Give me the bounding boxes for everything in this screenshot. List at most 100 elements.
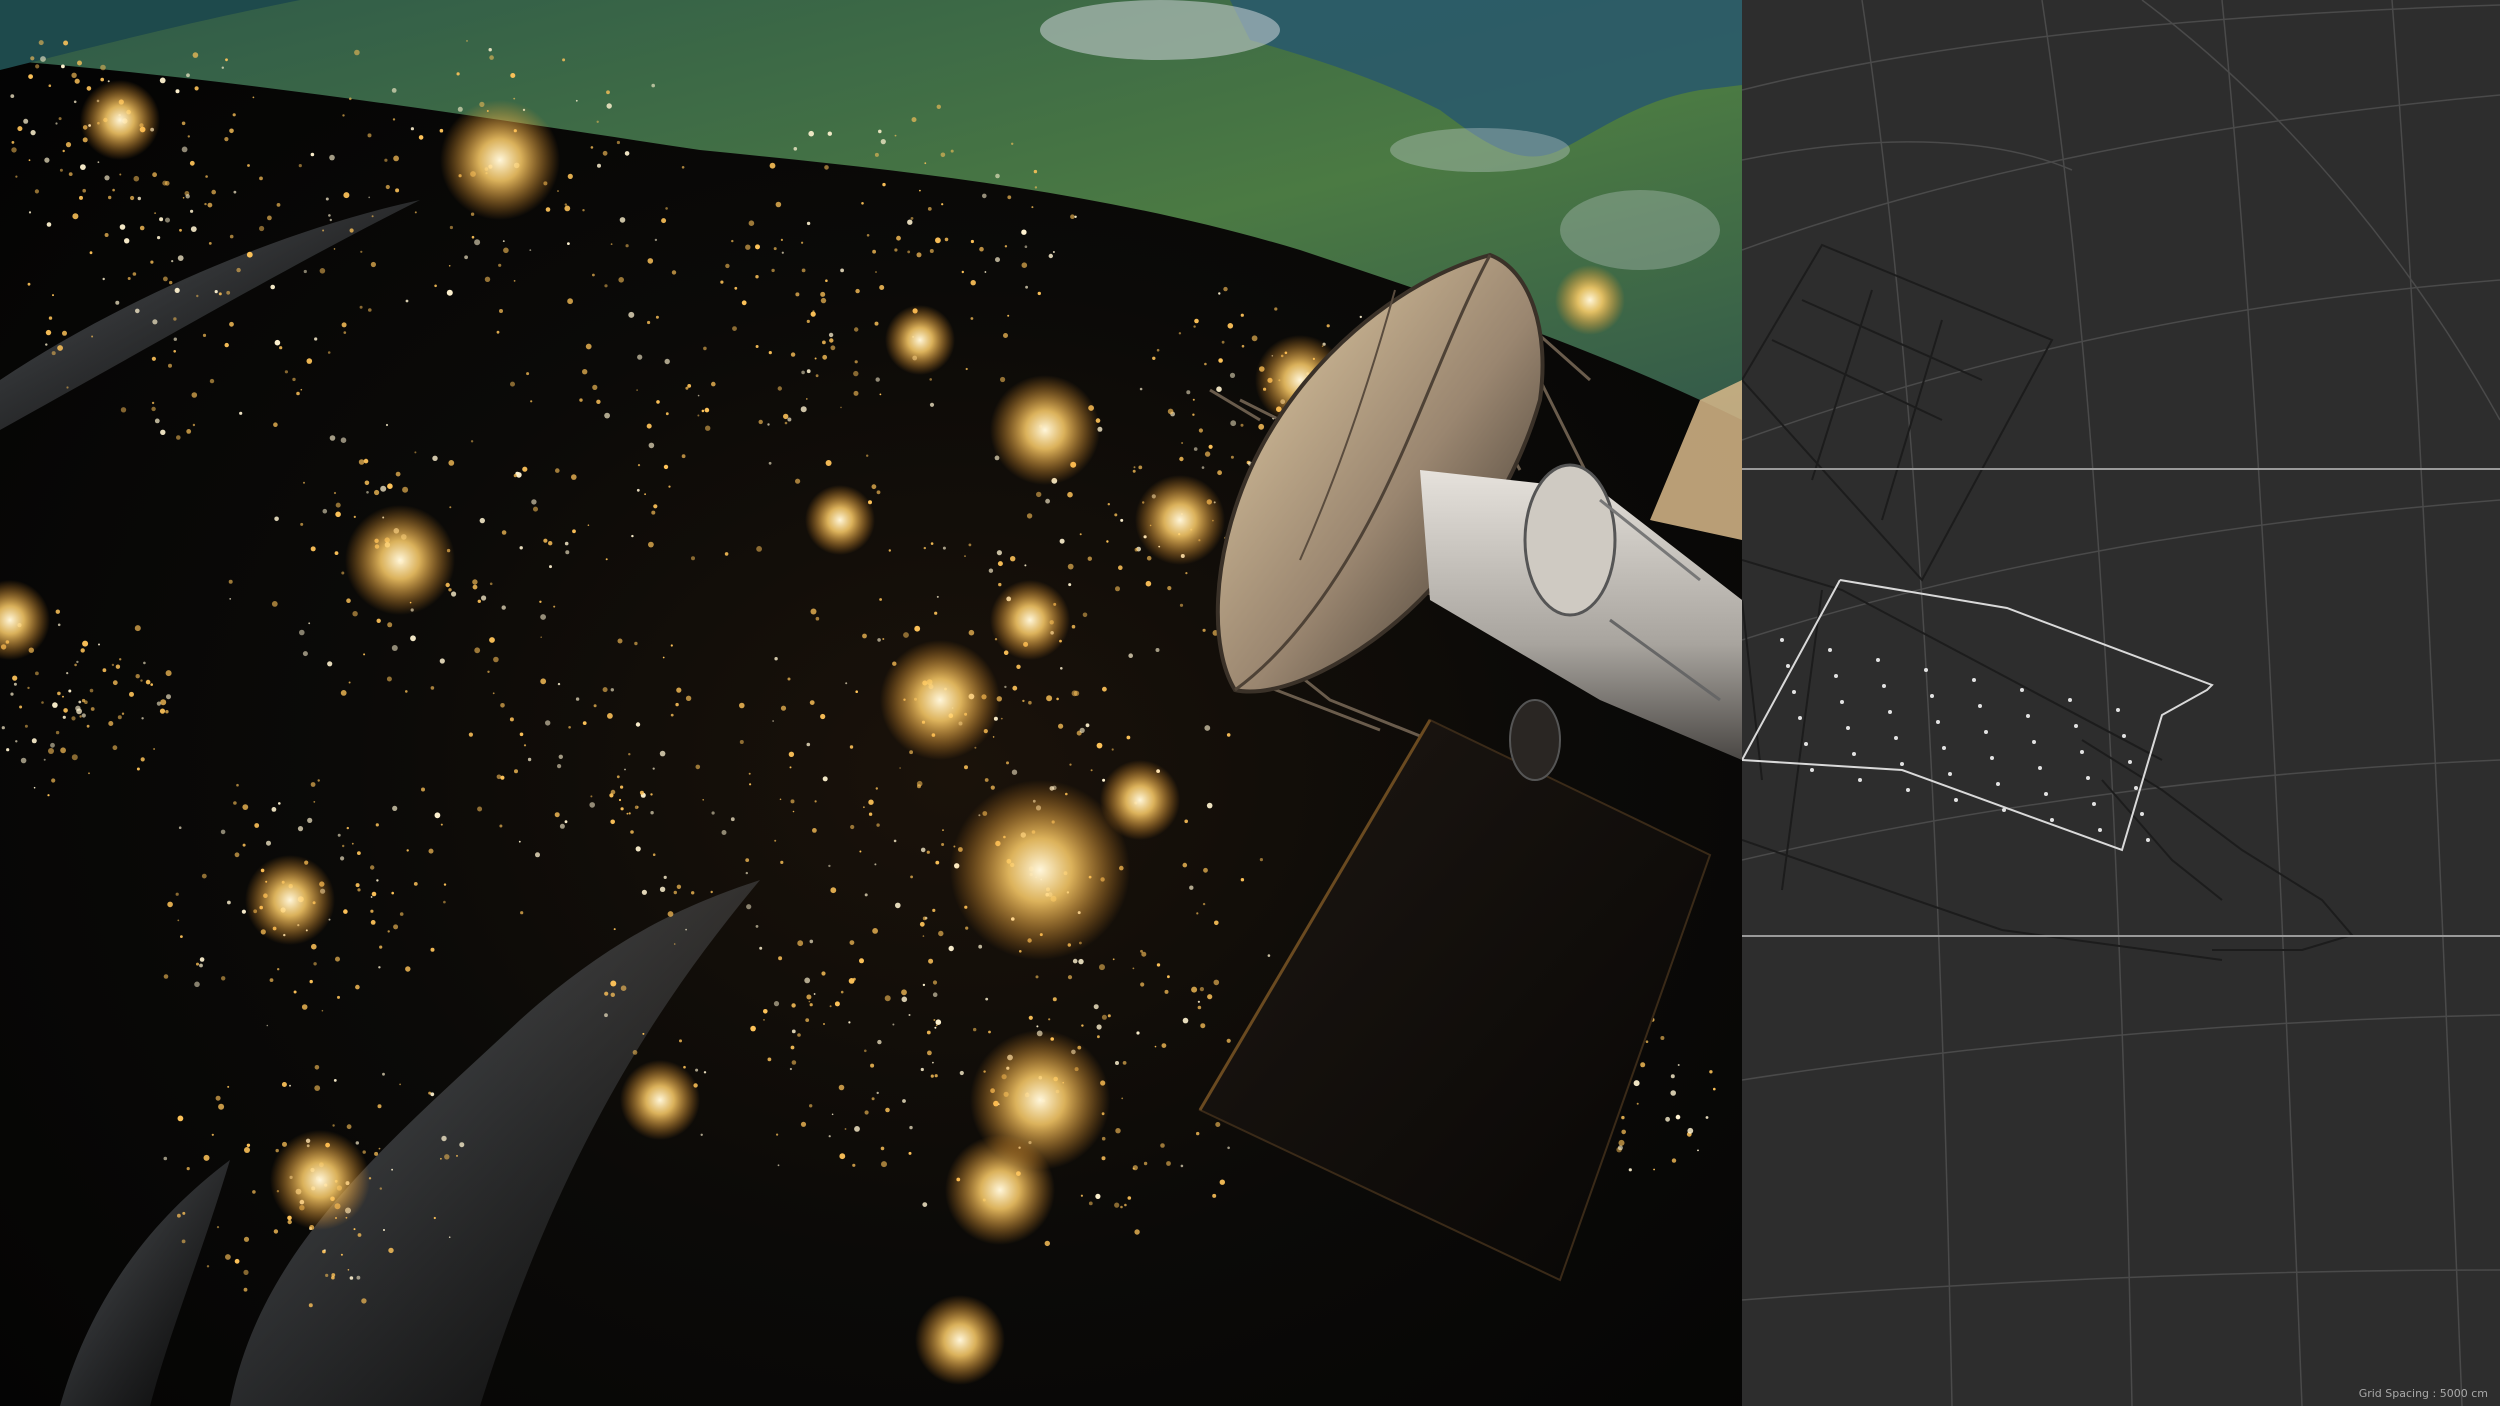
city-light bbox=[1186, 390, 1191, 395]
horizontal-guide-bottom[interactable] bbox=[1742, 935, 2500, 937]
city-light bbox=[239, 411, 243, 415]
city-light bbox=[1660, 1036, 1665, 1040]
city-light bbox=[413, 882, 418, 886]
city-light bbox=[1090, 769, 1093, 772]
city-light bbox=[117, 715, 122, 720]
city-light bbox=[625, 244, 629, 248]
city-light bbox=[1218, 292, 1221, 295]
city-light bbox=[387, 930, 390, 933]
city-light bbox=[965, 367, 968, 371]
city-light bbox=[647, 258, 654, 264]
city-light bbox=[1128, 653, 1133, 658]
city-light bbox=[1000, 376, 1006, 383]
city-light bbox=[920, 1067, 924, 1072]
city-light bbox=[115, 300, 120, 305]
rendered-viewport[interactable] bbox=[0, 0, 1742, 1406]
city-light bbox=[755, 345, 759, 348]
vertex-dot bbox=[2050, 818, 2054, 822]
city-light bbox=[451, 591, 457, 597]
city-light bbox=[934, 1026, 937, 1029]
city-light bbox=[878, 129, 882, 134]
city-light bbox=[922, 916, 927, 921]
city-light bbox=[877, 1039, 882, 1045]
city-light bbox=[254, 823, 260, 828]
city-light bbox=[750, 1025, 756, 1032]
city-light bbox=[771, 268, 775, 273]
horizontal-guide-top[interactable] bbox=[1742, 468, 2500, 470]
city-light bbox=[876, 1091, 879, 1095]
city-light bbox=[527, 757, 532, 762]
city-light bbox=[1085, 723, 1090, 728]
city-light bbox=[795, 292, 800, 297]
city-light bbox=[1072, 958, 1078, 964]
city-light bbox=[806, 742, 811, 747]
city-light bbox=[410, 635, 416, 642]
city-light bbox=[1058, 723, 1064, 729]
city-light bbox=[778, 956, 783, 961]
city-light bbox=[820, 713, 826, 720]
city-light bbox=[274, 339, 281, 346]
city-light bbox=[28, 159, 31, 162]
city-light bbox=[349, 1276, 354, 1280]
city-light bbox=[935, 237, 941, 244]
city-light bbox=[1134, 547, 1139, 552]
city-light bbox=[236, 267, 241, 273]
city-light bbox=[870, 1063, 875, 1068]
city-light bbox=[894, 134, 897, 137]
city-light bbox=[587, 524, 590, 526]
city-light bbox=[349, 97, 352, 101]
city-light bbox=[665, 207, 668, 210]
vertex-dot bbox=[1876, 658, 1880, 662]
city-light bbox=[1192, 413, 1195, 416]
city-light bbox=[499, 309, 503, 313]
city-light bbox=[853, 370, 859, 377]
city-light bbox=[66, 386, 69, 389]
city-light bbox=[34, 189, 40, 194]
city-light bbox=[787, 417, 792, 422]
city-light bbox=[1251, 335, 1258, 342]
city-light bbox=[564, 203, 567, 206]
city-light bbox=[922, 935, 925, 937]
city-light bbox=[266, 840, 271, 846]
city-light bbox=[859, 850, 862, 853]
city-light bbox=[190, 209, 194, 213]
city-light bbox=[241, 909, 246, 914]
vertex-dot bbox=[1954, 798, 1958, 802]
city-light bbox=[884, 995, 891, 1002]
city-light bbox=[970, 317, 974, 320]
city-light bbox=[984, 778, 989, 782]
city-light bbox=[227, 1085, 230, 1088]
city-light bbox=[1115, 586, 1120, 592]
city-light bbox=[353, 515, 356, 519]
city-light bbox=[140, 679, 143, 682]
city-light bbox=[659, 886, 666, 892]
city-light bbox=[89, 251, 93, 255]
city-light bbox=[449, 225, 453, 230]
city-light bbox=[1097, 1035, 1100, 1039]
city-light bbox=[62, 715, 66, 719]
city-light bbox=[780, 705, 787, 711]
city-light bbox=[582, 721, 587, 725]
city-light bbox=[800, 406, 807, 413]
city-light bbox=[115, 664, 121, 669]
city-light bbox=[812, 828, 817, 833]
city-light bbox=[772, 720, 774, 722]
city-light bbox=[363, 653, 366, 656]
city-light bbox=[704, 407, 710, 413]
city-light bbox=[173, 317, 177, 321]
city-light bbox=[76, 708, 82, 715]
city-light bbox=[474, 647, 481, 654]
city-light bbox=[995, 173, 1000, 179]
city-light bbox=[540, 678, 547, 685]
city-light bbox=[779, 798, 782, 801]
city-light bbox=[1011, 769, 1018, 775]
vertex-dot bbox=[1996, 782, 2000, 786]
city-light bbox=[893, 839, 897, 843]
city-light bbox=[663, 464, 669, 470]
city-light bbox=[370, 920, 376, 925]
city-light bbox=[1048, 253, 1054, 259]
city-light bbox=[181, 121, 186, 126]
wireframe-viewport[interactable]: Grid Spacing : 5000 cm bbox=[1742, 0, 2500, 1406]
city-light bbox=[434, 812, 441, 819]
city-light bbox=[1675, 1114, 1681, 1120]
